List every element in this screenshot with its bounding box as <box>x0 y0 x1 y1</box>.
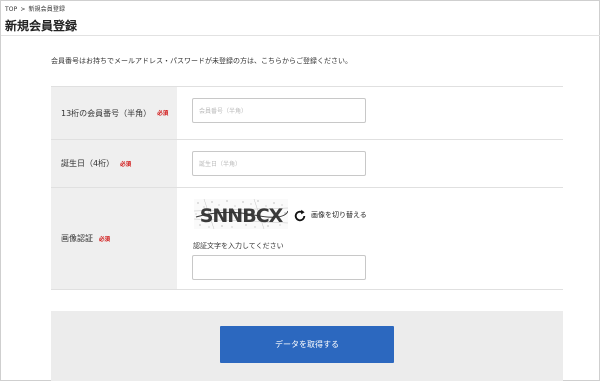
birthday-label-cell: 誕生日（4桁） 必須 <box>51 140 177 187</box>
title-divider <box>1 35 600 36</box>
captcha-image: SNNBCX <box>194 199 288 229</box>
breadcrumb-separator: > <box>20 6 26 13</box>
member-number-label: 13桁の会員番号（半角） <box>61 108 152 118</box>
required-badge: 必須 <box>120 161 132 168</box>
captcha-input[interactable] <box>192 255 366 280</box>
submit-button[interactable]: データを取得する <box>220 326 394 363</box>
breadcrumb: TOP > 新規会員登録 <box>5 4 65 13</box>
birthday-input[interactable]: 誕生日（半角） <box>192 151 366 176</box>
birthday-label: 誕生日（4桁） <box>61 159 115 168</box>
captcha-hint: 認証文字を入力してください <box>193 242 284 250</box>
registration-form: 13桁の会員番号（半角） 必須 会員番号（半角） 誕生日（4桁） 必須 誕生日（… <box>51 86 563 290</box>
captcha-refresh-button[interactable]: 画像を切り替える <box>293 208 367 222</box>
birthday-placeholder: 誕生日（半角） <box>199 161 242 168</box>
member-number-field-cell: 会員番号（半角） <box>177 87 563 139</box>
refresh-icon <box>293 208 307 222</box>
required-badge: 必須 <box>99 236 111 243</box>
intro-text: 会員番号はお持ちでメールアドレス・パスワードが未登録の方は、こちらからご登録くだ… <box>51 57 352 65</box>
captcha-field-cell: SNNBCX 画像を切り替える 認証文字を入力してください <box>177 188 563 289</box>
form-row-captcha: 画像認証 必須 SNNBCX 画像を切り替える 認証文字を入力してください <box>51 187 563 290</box>
birthday-field-cell: 誕生日（半角） <box>177 140 563 187</box>
submit-area: データを取得する <box>51 311 563 381</box>
breadcrumb-current: 新規会員登録 <box>28 6 66 13</box>
page-title: 新規会員登録 <box>5 19 78 33</box>
member-number-input[interactable]: 会員番号（半角） <box>192 98 366 123</box>
form-row-member-number: 13桁の会員番号（半角） 必須 会員番号（半角） <box>51 86 563 139</box>
member-number-label-cell: 13桁の会員番号（半角） 必須 <box>51 87 177 139</box>
captcha-refresh-label: 画像を切り替える <box>311 211 367 219</box>
captcha-label: 画像認証 <box>61 234 93 243</box>
breadcrumb-home-link[interactable]: TOP <box>5 6 17 13</box>
captcha-text: SNNBCX <box>200 205 284 227</box>
captcha-label-cell: 画像認証 必須 <box>51 188 177 289</box>
member-number-placeholder: 会員番号（半角） <box>199 108 248 115</box>
required-badge: 必須 <box>157 111 169 117</box>
form-row-birthday: 誕生日（4桁） 必須 誕生日（半角） <box>51 139 563 187</box>
